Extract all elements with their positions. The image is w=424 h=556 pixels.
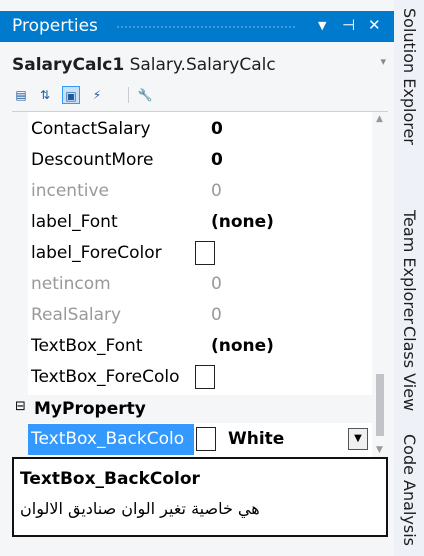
- title-bar: Properties ▼ ⊣ ✕: [0, 11, 394, 42]
- scroll-down-icon[interactable]: ▼: [376, 445, 383, 455]
- property-value-editor[interactable]: White ▼: [194, 424, 372, 455]
- object-name: SalaryCalc1: [12, 55, 125, 75]
- description-title: TextBox_BackColor: [20, 469, 200, 489]
- properties-panel: Properties ▼ ⊣ ✕ SalaryCalc1 Salary.Sala…: [0, 0, 394, 556]
- property-name: netincom: [31, 274, 111, 294]
- property-name: TextBox_BackColo: [31, 429, 185, 449]
- properties-toolbar: ▤ ⇅ ▣ ⚡ 🔧: [12, 84, 212, 106]
- property-value[interactable]: 0: [211, 181, 222, 201]
- property-name: RealSalary: [31, 305, 122, 325]
- property-name: incentive: [31, 181, 109, 201]
- scroll-thumb[interactable]: [376, 374, 384, 436]
- property-name: TextBox_ForeColo: [31, 367, 180, 387]
- property-value[interactable]: 0: [211, 150, 223, 170]
- color-swatch[interactable]: [195, 365, 215, 389]
- property-row[interactable]: TextBox_Font (none): [28, 331, 372, 362]
- categorized-icon[interactable]: ▤: [12, 86, 30, 104]
- property-value[interactable]: 0: [211, 274, 222, 294]
- scroll-up-icon[interactable]: ▲: [376, 114, 383, 124]
- object-type: Salary.SalaryCalc: [129, 55, 276, 75]
- property-row[interactable]: netincom 0: [28, 269, 372, 300]
- object-selector[interactable]: SalaryCalc1 Salary.SalaryCalc ▾: [12, 55, 388, 79]
- window-options-icon[interactable]: ▼: [318, 19, 326, 32]
- tab-code-analysis[interactable]: Code Analysis: [400, 434, 419, 546]
- property-value[interactable]: (none): [211, 212, 274, 232]
- color-swatch: [196, 427, 216, 451]
- collapse-icon[interactable]: ⊟: [15, 399, 26, 414]
- property-row[interactable]: TextBox_ForeColo: [28, 362, 372, 393]
- property-name: ContactSalary: [31, 119, 151, 139]
- category-row[interactable]: ⊟ MyProperty: [12, 395, 372, 423]
- properties-icon[interactable]: ▣: [62, 86, 80, 104]
- description-text: هي خاصية تغير الوان صناديق الالوان: [20, 499, 260, 518]
- drag-grip[interactable]: [116, 25, 296, 30]
- property-value[interactable]: White: [228, 429, 284, 449]
- chevron-down-icon[interactable]: ▾: [380, 55, 386, 68]
- tab-team-explorer[interactable]: Team Explorer: [400, 210, 419, 324]
- panel-title: Properties: [12, 16, 98, 36]
- chevron-down-icon[interactable]: ▼: [348, 428, 368, 450]
- property-row[interactable]: label_Font (none): [28, 207, 372, 238]
- property-value[interactable]: (none): [211, 336, 274, 356]
- close-icon[interactable]: ✕: [368, 16, 381, 34]
- toolbar-divider: [128, 87, 129, 103]
- vertical-scrollbar[interactable]: ▲ ▼: [372, 112, 388, 457]
- property-name: label_Font: [31, 212, 118, 232]
- property-name: TextBox_Font: [31, 336, 143, 356]
- color-swatch[interactable]: [195, 241, 215, 265]
- events-icon[interactable]: ⚡: [88, 86, 106, 104]
- tab-solution-explorer[interactable]: Solution Explorer: [400, 8, 419, 145]
- property-grid: ContactSalary 0 DescountMore 0 incentive…: [12, 111, 388, 457]
- property-row[interactable]: ContactSalary 0: [28, 114, 372, 145]
- property-name: DescountMore: [31, 150, 154, 170]
- property-row[interactable]: DescountMore 0: [28, 145, 372, 176]
- description-pane: TextBox_BackColor هي خاصية تغير الوان صن…: [12, 457, 388, 537]
- selected-property-row[interactable]: TextBox_BackColo White ▼: [28, 424, 372, 455]
- alphabetical-icon[interactable]: ⇅: [36, 86, 54, 104]
- category-name: MyProperty: [34, 399, 146, 419]
- property-row[interactable]: incentive 0: [28, 176, 372, 207]
- property-value[interactable]: 0: [211, 119, 223, 139]
- side-tab-strip: Solution Explorer Team Explorer Class Vi…: [396, 8, 424, 556]
- property-name: label_ForeColor: [31, 243, 162, 263]
- pin-icon[interactable]: ⊣: [342, 16, 355, 34]
- property-row[interactable]: RealSalary 0: [28, 300, 372, 331]
- tab-class-view[interactable]: Class View: [400, 326, 419, 411]
- property-row[interactable]: label_ForeColor: [28, 238, 372, 269]
- property-pages-icon: 🔧: [137, 88, 153, 102]
- property-value[interactable]: 0: [211, 305, 222, 325]
